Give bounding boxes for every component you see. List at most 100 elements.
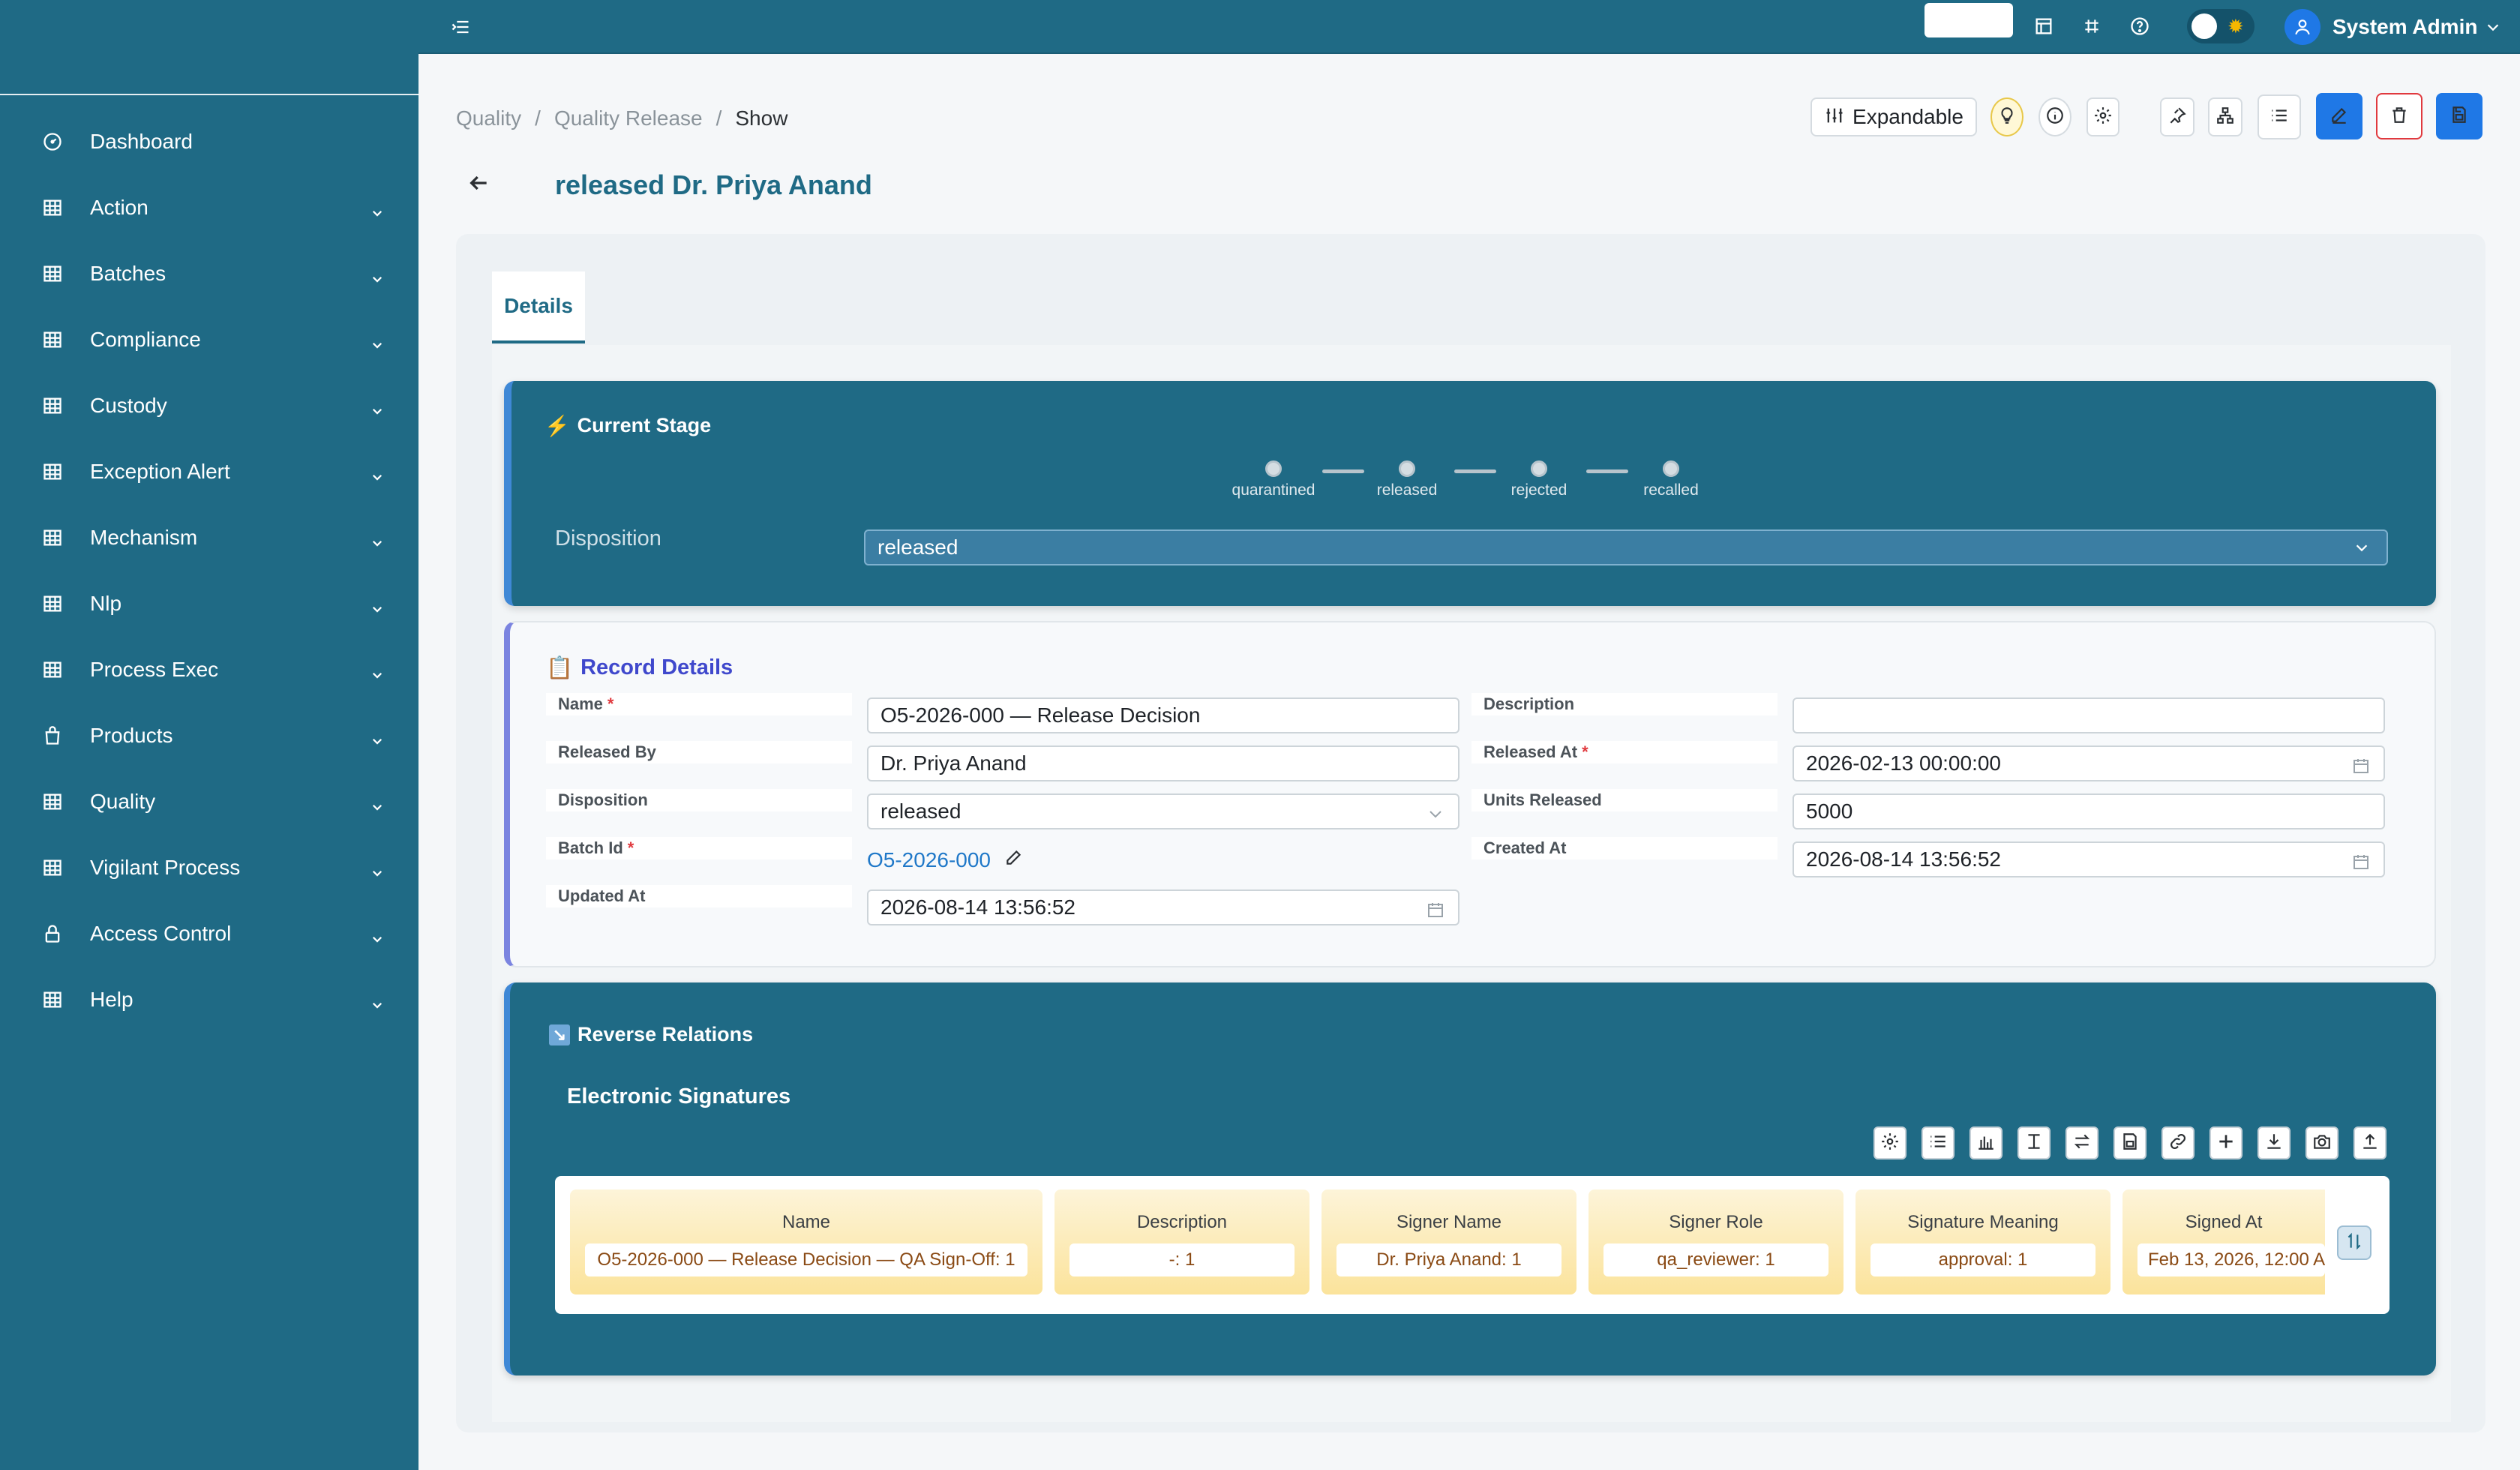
expandable-button[interactable]: Expandable xyxy=(1810,98,1977,136)
grid-link-button[interactable] xyxy=(2162,1126,2194,1160)
required-marker: * xyxy=(1582,742,1588,761)
batch-id-field-label: Batch Id * xyxy=(546,837,852,860)
step-label: recalled xyxy=(1643,482,1699,499)
grid-column-signature-meaning[interactable]: Signature Meaning approval: 1 xyxy=(1856,1190,2110,1294)
grid-settings-button[interactable] xyxy=(1874,1126,1906,1160)
grid-column-name[interactable]: Name O5-2026-000 — Release Decision — QA… xyxy=(570,1190,1042,1294)
calendar-icon[interactable] xyxy=(1426,900,1444,924)
chevron-down-icon xyxy=(370,663,384,679)
column-value-pill[interactable]: qa_reviewer: 1 xyxy=(1604,1244,1828,1276)
user-name[interactable]: System Admin xyxy=(2332,14,2477,40)
released-at-field[interactable]: 2026-02-13 00:00:00 xyxy=(1792,746,2385,782)
sidebar-item-label: Action xyxy=(90,196,148,219)
lightbulb-button[interactable] xyxy=(1990,98,2024,136)
batch-id-link[interactable]: O5-2026-000 xyxy=(867,848,1024,872)
breadcrumb-separator: / xyxy=(716,106,722,130)
updated-at-field[interactable]: 2026-08-14 13:56:52 xyxy=(867,890,1460,926)
electronic-signatures-title: Electronic Signatures xyxy=(567,1084,791,1108)
sidebar-item-custody[interactable]: Custody xyxy=(0,373,418,439)
sidebar-item-vigilant-process[interactable]: Vigilant Process xyxy=(0,835,418,901)
calendar-icon[interactable] xyxy=(2352,852,2370,876)
avatar[interactable] xyxy=(2284,9,2320,45)
grid-save-button[interactable] xyxy=(2114,1126,2146,1160)
pencil-icon xyxy=(2330,105,2349,128)
disposition-field[interactable]: released xyxy=(867,794,1460,830)
sidebar-item-dashboard[interactable]: Dashboard xyxy=(0,109,418,175)
description-field[interactable] xyxy=(1792,698,2385,734)
sidebar-item-mechanism[interactable]: Mechanism xyxy=(0,505,418,571)
info-button[interactable] xyxy=(2038,98,2072,136)
grid-column-signed-at[interactable]: Signed At Feb 13, 2026, 12:00 AM: 1 xyxy=(2122,1190,2325,1294)
created-at-field[interactable]: 2026-08-14 13:56:52 xyxy=(1792,842,2385,878)
grid-swap-button[interactable] xyxy=(2066,1126,2098,1160)
breadcrumb-item-quality[interactable]: Quality xyxy=(456,106,521,130)
chevron-down-icon xyxy=(370,465,384,481)
pencil-icon[interactable] xyxy=(1004,848,1024,872)
gear-icon xyxy=(2093,106,2113,129)
grid-columns-button[interactable] xyxy=(1922,1126,1954,1160)
sidebar-item-quality[interactable]: Quality xyxy=(0,769,418,835)
breadcrumb-separator: / xyxy=(535,106,541,130)
grid-column-description[interactable]: Description -: 1 xyxy=(1054,1190,1310,1294)
sidebar-item-access-control[interactable]: Access Control xyxy=(0,901,418,967)
label-text: Description xyxy=(1484,694,1575,713)
column-value-pill[interactable]: O5-2026-000 — Release Decision — QA Sign… xyxy=(585,1244,1028,1276)
settings-button[interactable] xyxy=(2086,98,2120,136)
sort-toggle-button[interactable] xyxy=(2337,1226,2372,1260)
info-icon xyxy=(2045,106,2065,129)
column-value-pill[interactable]: -: 1 xyxy=(1070,1244,1294,1276)
menu-toggle-icon[interactable] xyxy=(448,15,472,39)
breadcrumb-item-quality-release[interactable]: Quality Release xyxy=(554,106,703,130)
updated-at-field-label: Updated At xyxy=(546,885,852,908)
hierarchy-button[interactable] xyxy=(2208,98,2242,136)
sidebar-item-label: Nlp xyxy=(90,592,122,615)
units-released-field[interactable]: 5000 xyxy=(1792,794,2385,830)
tab-details[interactable]: Details xyxy=(492,272,585,344)
list-button[interactable] xyxy=(2258,94,2301,140)
top-bar: ✹ System Admin xyxy=(418,0,2520,54)
delete-button[interactable] xyxy=(2376,93,2422,140)
reverse-relations-title-text: Reverse Relations xyxy=(578,1023,754,1046)
column-value-pill[interactable]: Dr. Priya Anand: 1 xyxy=(1336,1244,1562,1276)
back-arrow-icon[interactable] xyxy=(466,171,490,195)
search-input[interactable] xyxy=(1924,3,2013,38)
sidebar-item-exception-alert[interactable]: Exception Alert xyxy=(0,439,418,505)
grid-chart-button[interactable] xyxy=(1970,1126,2002,1160)
column-value-pill[interactable]: Feb 13, 2026, 12:00 AM: 1 xyxy=(2138,1244,2325,1276)
layout-icon[interactable] xyxy=(2031,14,2056,39)
sidebar-item-products[interactable]: Products xyxy=(0,703,418,769)
edit-button[interactable] xyxy=(2316,93,2362,140)
required-marker: * xyxy=(607,694,614,713)
sidebar-item-process-exec[interactable]: Process Exec xyxy=(0,637,418,703)
chevron-down-icon xyxy=(370,927,384,943)
grid-column-signer-role[interactable]: Signer Role qa_reviewer: 1 xyxy=(1588,1190,1844,1294)
chevron-down-icon[interactable] xyxy=(2482,16,2504,38)
calendar-icon[interactable] xyxy=(2352,756,2370,780)
grid-screenshot-button[interactable] xyxy=(2306,1126,2338,1160)
save-button[interactable] xyxy=(2436,93,2482,140)
breadcrumb: Quality / Quality Release / Show xyxy=(456,106,788,130)
sidebar-item-help[interactable]: Help xyxy=(0,967,418,1033)
sidebar-item-compliance[interactable]: Compliance xyxy=(0,307,418,373)
column-value-pill[interactable]: approval: 1 xyxy=(1870,1244,2096,1276)
step-dot-recalled xyxy=(1663,460,1679,477)
grid-icon[interactable] xyxy=(2079,14,2104,39)
pin-button[interactable] xyxy=(2160,98,2194,136)
batch-id-link-text: O5-2026-000 xyxy=(867,848,992,872)
grid-upload-button[interactable] xyxy=(2354,1126,2386,1160)
sidebar-item-batches[interactable]: Batches xyxy=(0,241,418,307)
step-label: quarantined xyxy=(1232,482,1316,499)
sidebar-item-nlp[interactable]: Nlp xyxy=(0,571,418,637)
grid-add-button[interactable] xyxy=(2210,1126,2242,1160)
disposition-select-value: released xyxy=(878,536,958,559)
grid-download-button[interactable] xyxy=(2258,1126,2290,1160)
disposition-select[interactable]: released xyxy=(864,530,2388,566)
sidebar-item-action[interactable]: Action xyxy=(0,175,418,241)
sun-icon: ✹ xyxy=(2228,15,2244,38)
released-by-field[interactable]: Dr. Priya Anand xyxy=(867,746,1460,782)
help-circle-icon[interactable] xyxy=(2127,14,2152,39)
grid-column-signer-name[interactable]: Signer Name Dr. Priya Anand: 1 xyxy=(1322,1190,1576,1294)
theme-toggle[interactable]: ✹ xyxy=(2187,9,2254,44)
name-field[interactable]: O5-2026-000 — Release Decision xyxy=(867,698,1460,734)
grid-text-height-button[interactable] xyxy=(2018,1126,2050,1160)
